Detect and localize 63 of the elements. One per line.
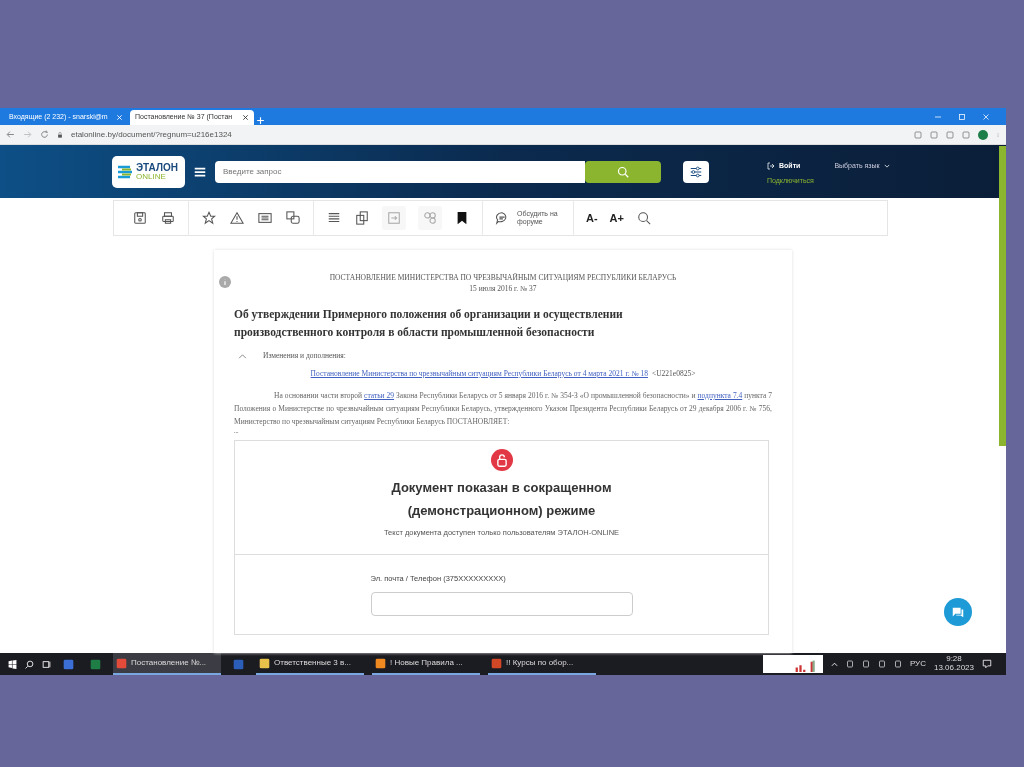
copy-icon xyxy=(355,211,369,225)
sliders-icon xyxy=(689,164,703,179)
search-icon xyxy=(637,211,651,225)
search-icon xyxy=(617,165,629,178)
plus-icon[interactable] xyxy=(256,116,265,125)
lock-icon xyxy=(57,131,63,138)
arrow-box-icon xyxy=(387,211,401,225)
logo[interactable]: ЭТАЛОН ONLINE xyxy=(112,155,185,188)
overlapping-windows-button[interactable] xyxy=(285,210,301,226)
filter-button[interactable] xyxy=(683,160,709,183)
close-icon[interactable] xyxy=(242,114,249,121)
card-button[interactable] xyxy=(257,210,273,226)
graph-widget-icon xyxy=(762,655,823,673)
scrollbar[interactable] xyxy=(999,146,1006,446)
overlapping-windows-icon xyxy=(286,211,300,225)
chevron-up-icon[interactable] xyxy=(830,660,838,668)
warning-icon xyxy=(230,211,244,225)
chat-bubbles-icon xyxy=(951,605,965,619)
logo-mark-icon xyxy=(117,163,133,180)
circles-icon xyxy=(423,211,437,225)
list-icon xyxy=(327,211,341,225)
avatar-icon[interactable] xyxy=(978,129,988,140)
maximize-icon[interactable] xyxy=(958,112,966,121)
chat-button[interactable] xyxy=(944,598,972,626)
notice-title: Документ показан в сокращенном (демонстрационном) режиме xyxy=(390,479,613,521)
windows-logo-icon[interactable] xyxy=(8,659,17,669)
taskbar-window-button[interactable]: !! Курсы по обор... xyxy=(488,653,596,675)
notification-icon[interactable] xyxy=(982,659,992,669)
warning-button[interactable] xyxy=(229,210,245,226)
font-size-button[interactable]: A- xyxy=(586,209,598,227)
taskbar-window-button[interactable]: Постановление №... xyxy=(113,653,221,675)
task-view-icon[interactable] xyxy=(42,659,51,669)
browser-app-icon xyxy=(116,657,127,669)
document-app-icon[interactable] xyxy=(233,658,244,670)
font-size-button[interactable]: A+ xyxy=(609,209,624,227)
logo-subtext: ONLINE xyxy=(136,172,167,181)
printer-icon xyxy=(161,211,175,225)
document-title: Об утверждении Примерного положения об организации и осуществлении производственного контроля в области промышленной безопасности xyxy=(234,306,624,341)
spreadsheet-app-icon[interactable] xyxy=(90,658,101,670)
back-arrow-icon[interactable] xyxy=(6,130,15,139)
save-button[interactable] xyxy=(132,210,148,226)
search-field[interactable]: Введите запрос xyxy=(215,160,585,183)
login-icon xyxy=(767,162,775,171)
lock-icon xyxy=(490,449,513,472)
presentation-app-icon xyxy=(491,657,502,669)
printer-button[interactable] xyxy=(160,210,176,226)
taskbar-window-button[interactable]: Ответственные 3 в... xyxy=(256,653,364,675)
search-button[interactable] xyxy=(636,210,652,226)
chat-icon xyxy=(495,211,509,225)
keyboard-language[interactable]: РУС xyxy=(909,658,926,670)
copy-button[interactable] xyxy=(354,210,370,226)
email-phone-field[interactable] xyxy=(370,592,633,617)
search-icon[interactable] xyxy=(25,659,34,669)
logo-text: ЭТАЛОН xyxy=(136,162,178,173)
taskbar-window-button[interactable]: ! Новые Правила ... xyxy=(372,653,480,675)
chevron-down-icon[interactable] xyxy=(883,163,890,170)
presentation-app-icon xyxy=(375,657,386,669)
search-button[interactable] xyxy=(585,160,661,183)
bookmark-icon xyxy=(455,211,469,225)
clock[interactable]: 9:28 13.06.2023 xyxy=(933,655,974,673)
folder-icon xyxy=(259,657,270,669)
card-icon xyxy=(258,211,272,225)
save-icon xyxy=(133,211,147,225)
